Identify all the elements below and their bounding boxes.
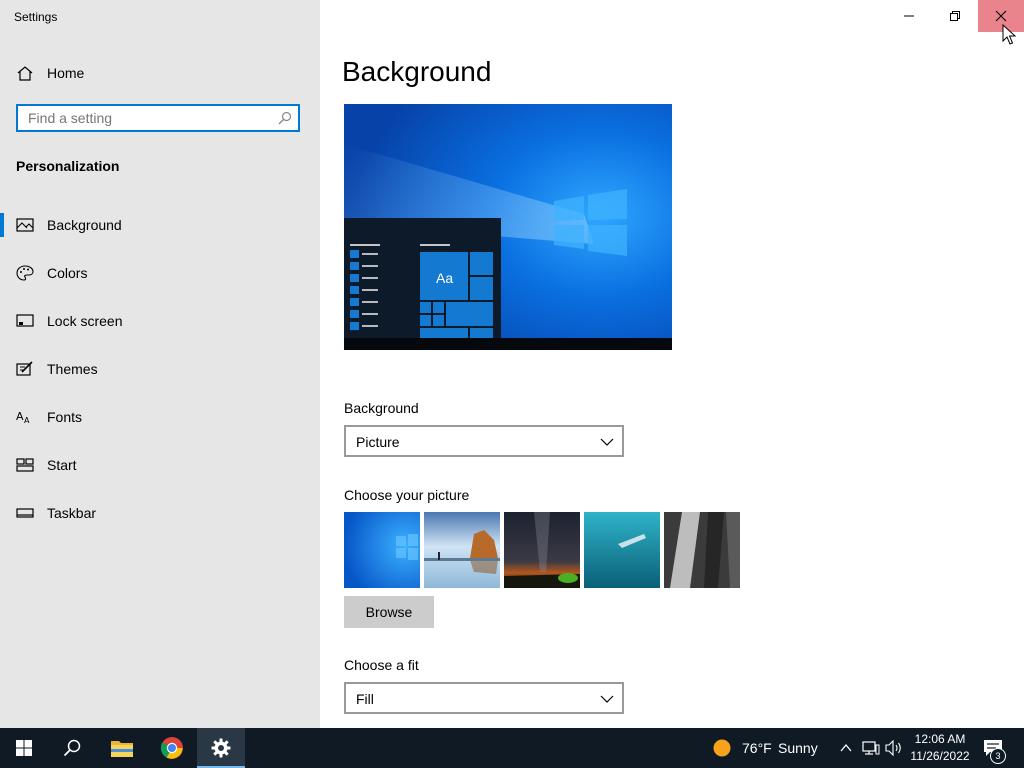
taskbar: 76°F Sunny 3	[0, 728, 1024, 768]
sidebar-item-label: Themes	[47, 361, 98, 377]
close-button[interactable]	[978, 0, 1024, 32]
restore-button[interactable]	[932, 0, 978, 32]
search-box[interactable]	[16, 104, 300, 132]
fonts-icon: AA	[16, 409, 34, 425]
sidebar-item-fonts[interactable]: AA Fonts	[0, 397, 320, 437]
home-icon	[16, 65, 34, 81]
search-icon[interactable]	[278, 111, 292, 125]
sidebar-item-label: Fonts	[47, 409, 83, 425]
clock-date: 11/26/2022	[910, 749, 970, 763]
chrome-button[interactable]	[148, 728, 196, 768]
mouse-cursor-icon	[1002, 24, 1016, 45]
sidebar-item-label: Background	[47, 217, 122, 233]
sidebar-item-colors[interactable]: Colors	[0, 253, 320, 293]
app-title: Settings	[14, 10, 58, 24]
sidebar-item-label: Start	[47, 457, 77, 473]
network-icon	[862, 741, 880, 755]
sun-icon	[713, 739, 731, 757]
picture-thumbnail-windows[interactable]	[344, 512, 420, 588]
chrome-icon	[160, 737, 183, 759]
background-dropdown[interactable]: Picture	[344, 425, 624, 457]
restore-icon	[950, 11, 960, 21]
sidebar-item-taskbar[interactable]: Taskbar	[0, 493, 320, 533]
picture-icon	[16, 217, 34, 233]
clock-time: 12:06 AM	[914, 732, 966, 746]
taskbar-clock[interactable]: 12:06 AM 11/26/2022	[905, 731, 975, 765]
picture-thumbnail-underwater[interactable]	[584, 512, 660, 588]
desktop-preview: Aa	[344, 104, 672, 350]
sidebar-item-background[interactable]: Background	[0, 205, 320, 245]
sidebar: Settings Home Personalization Background…	[0, 0, 320, 728]
speaker-icon	[885, 739, 901, 757]
fit-dropdown-value: Fill	[356, 691, 374, 707]
taskbar-search-button[interactable]	[48, 728, 96, 768]
sidebar-item-lock-screen[interactable]: Lock screen	[0, 301, 320, 341]
folder-icon	[111, 741, 133, 757]
picture-thumbnail-waterfall[interactable]	[664, 512, 740, 588]
show-hidden-icons-button[interactable]	[838, 740, 854, 756]
file-explorer-button[interactable]	[98, 728, 146, 768]
picture-thumbnail-night-sky[interactable]	[504, 512, 580, 588]
choose-picture-label: Choose your picture	[344, 487, 470, 503]
gear-icon	[211, 738, 231, 758]
minimize-button[interactable]	[886, 0, 932, 32]
settings-taskbar-button[interactable]	[197, 728, 245, 768]
svg-text:A: A	[16, 410, 24, 423]
section-title: Personalization	[16, 158, 120, 174]
notification-count-badge: 3	[990, 748, 1006, 764]
choose-fit-label: Choose a fit	[344, 657, 419, 673]
weather-temperature: 76°F	[742, 740, 772, 756]
page-title: Background	[342, 56, 492, 87]
svg-text:A: A	[24, 416, 30, 425]
search-input[interactable]	[18, 106, 278, 130]
themes-icon	[16, 361, 34, 377]
preview-sample-text: Aa	[436, 270, 454, 286]
sidebar-home[interactable]: Home	[0, 58, 320, 88]
picture-thumbnail-beach[interactable]	[424, 512, 500, 588]
weather-condition: Sunny	[778, 740, 818, 756]
background-label: Background	[344, 400, 419, 416]
network-button[interactable]	[862, 740, 880, 756]
search-icon	[63, 739, 81, 757]
chevron-down-icon	[600, 692, 614, 704]
chevron-up-icon	[840, 743, 852, 752]
sidebar-item-label: Taskbar	[47, 505, 97, 521]
chevron-down-icon	[600, 435, 614, 447]
minimize-icon	[904, 15, 914, 17]
background-dropdown-value: Picture	[356, 434, 400, 450]
sidebar-item-start[interactable]: Start	[0, 445, 320, 485]
weather-widget[interactable]: 76°F Sunny	[706, 728, 826, 768]
volume-button[interactable]	[885, 739, 903, 757]
sidebar-item-themes[interactable]: Themes	[0, 349, 320, 389]
start-button[interactable]	[0, 728, 48, 768]
sidebar-item-label: Lock screen	[47, 313, 123, 329]
palette-icon	[16, 265, 34, 281]
start-icon	[16, 457, 34, 473]
lock-screen-icon	[16, 313, 34, 329]
browse-button[interactable]: Browse	[344, 596, 434, 628]
sidebar-home-label: Home	[47, 65, 85, 81]
sidebar-item-label: Colors	[47, 265, 88, 281]
notification-button[interactable]: 3	[980, 728, 1020, 768]
windows-logo-icon	[16, 740, 32, 756]
close-icon	[995, 10, 1007, 22]
taskbar-icon	[16, 505, 34, 521]
fit-dropdown[interactable]: Fill	[344, 682, 624, 714]
